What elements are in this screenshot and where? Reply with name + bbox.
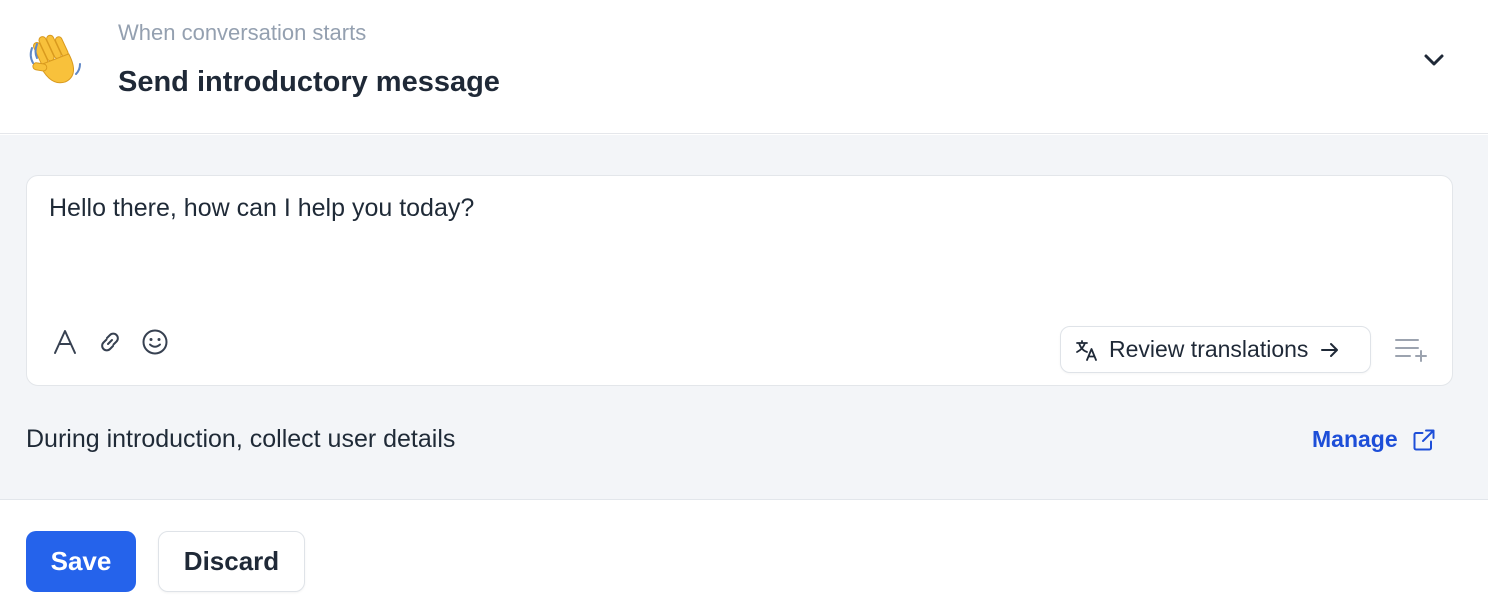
- discard-button[interactable]: Discard: [158, 531, 305, 592]
- translate-icon: [1075, 339, 1099, 361]
- trigger-title: Send introductory message: [118, 66, 500, 98]
- trigger-subtitle: When conversation starts: [118, 20, 367, 45]
- message-panel: Hello there, how can I help you today? R…: [0, 135, 1488, 500]
- message-editor[interactable]: Hello there, how can I help you today? R…: [26, 175, 1453, 386]
- external-link-icon: [1412, 428, 1436, 452]
- text-format-icon[interactable]: [49, 326, 81, 358]
- emoji-icon[interactable]: [139, 326, 171, 358]
- collect-details-label: During introduction, collect user detail…: [26, 425, 456, 453]
- chevron-down-icon[interactable]: [1418, 46, 1450, 74]
- review-translations-label: Review translations: [1109, 336, 1309, 362]
- manage-label: Manage: [1312, 426, 1398, 452]
- arrow-right-icon: [1320, 342, 1340, 358]
- save-button[interactable]: Save: [26, 531, 136, 592]
- link-icon[interactable]: [94, 326, 126, 358]
- waving-hand-icon: [26, 30, 86, 90]
- trigger-header[interactable]: When conversation starts Send introducto…: [0, 0, 1488, 134]
- manage-link[interactable]: Manage: [1312, 426, 1436, 453]
- review-translations-button[interactable]: Review translations: [1060, 326, 1371, 373]
- message-text[interactable]: Hello there, how can I help you today?: [49, 194, 474, 223]
- list-add-icon[interactable]: [1393, 331, 1429, 367]
